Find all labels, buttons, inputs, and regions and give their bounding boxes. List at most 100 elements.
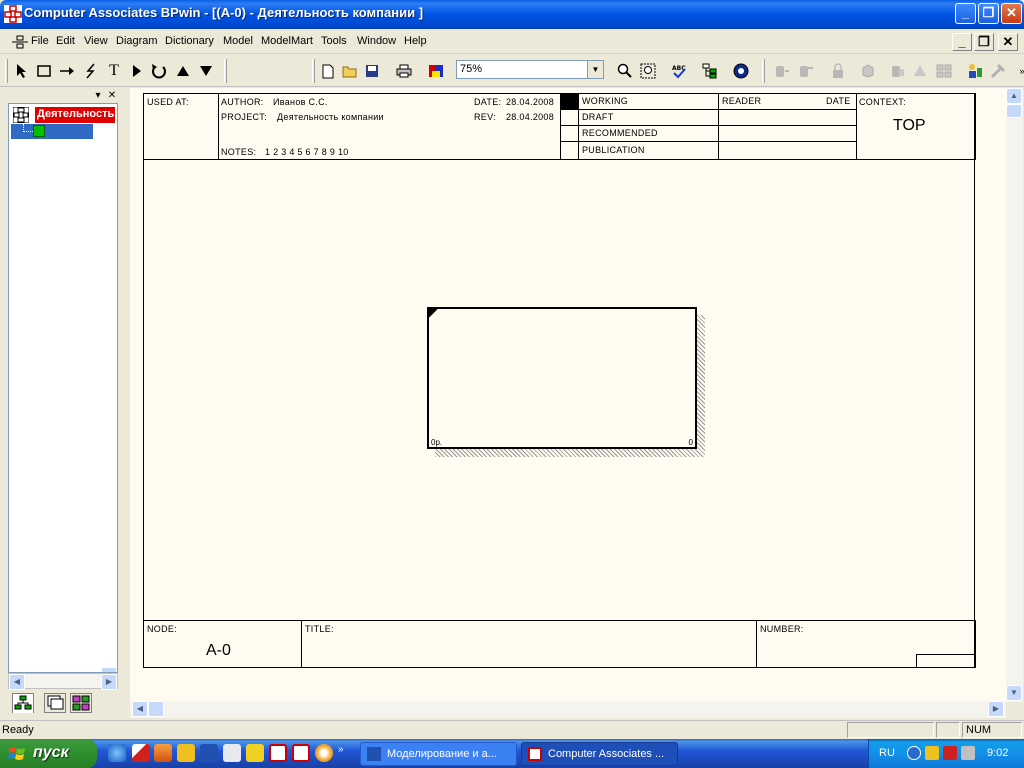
mart-report-icon[interactable] — [888, 61, 908, 81]
open-icon[interactable] — [340, 61, 360, 81]
menu-diagram[interactable]: Diagram — [116, 35, 158, 47]
node-cell: NODE: A-0 — [143, 620, 302, 668]
users-icon[interactable] — [965, 61, 985, 81]
check-out-icon[interactable] — [796, 61, 816, 81]
context-cell: CONTEXT: TOP — [856, 93, 976, 160]
document-minimize-button[interactable]: _ — [952, 33, 972, 51]
menu-model[interactable]: Model — [223, 35, 253, 47]
gmail-icon[interactable] — [132, 744, 150, 762]
document-system-menu-icon[interactable] — [12, 35, 28, 49]
bpwin-quick-icon[interactable] — [269, 744, 287, 762]
chevron-up-icon[interactable]: ▲ — [1006, 88, 1022, 104]
toolbar-grip[interactable] — [312, 59, 315, 83]
child-diagram-icon[interactable] — [196, 61, 216, 81]
menu-modelmart[interactable]: ModelMart — [261, 35, 313, 47]
date-value[interactable]: 28.04.2008 — [506, 97, 554, 107]
chevron-down-icon[interactable]: ▼ — [1006, 685, 1022, 701]
tray-app-icon[interactable] — [925, 746, 939, 760]
menu-dictionary[interactable]: Dictionary — [165, 35, 214, 47]
menu-help[interactable]: Help — [404, 35, 427, 47]
new-icon[interactable] — [318, 61, 338, 81]
text-tool-icon[interactable]: T — [104, 61, 124, 81]
save-icon[interactable] — [362, 61, 382, 81]
tree-child-item[interactable] — [11, 124, 93, 139]
security-icon[interactable] — [988, 61, 1008, 81]
language-indicator[interactable]: RU — [879, 747, 895, 759]
zoom-icon[interactable] — [615, 61, 635, 81]
tab-diagrams[interactable] — [44, 693, 66, 713]
menu-tools[interactable]: Tools — [321, 35, 347, 47]
antivirus-icon[interactable] — [943, 746, 957, 760]
menu-edit[interactable]: Edit — [56, 35, 75, 47]
check-in-icon[interactable] — [772, 61, 792, 81]
activity-tree[interactable]: Деятельность компании ▼ — [8, 103, 118, 673]
activity-box[interactable]: 0р. 0 — [427, 307, 697, 449]
network-icon[interactable] — [961, 746, 975, 760]
document-close-button[interactable]: ✕ — [998, 33, 1018, 51]
scroll-thumb[interactable] — [1006, 104, 1022, 118]
erwin-quick-icon[interactable] — [292, 744, 310, 762]
lock-icon[interactable] — [828, 61, 848, 81]
pointer-icon[interactable] — [12, 61, 32, 81]
box-tool-icon[interactable] — [34, 61, 54, 81]
diagram-horizontal-scrollbar[interactable]: ◀ ▶ — [130, 701, 1006, 718]
reader-row — [718, 125, 857, 142]
clock[interactable]: 9:02 — [987, 747, 1008, 759]
checklist-icon[interactable] — [177, 744, 195, 762]
rev-value[interactable]: 28.04.2008 — [506, 112, 554, 122]
media-player-icon[interactable] — [315, 744, 333, 762]
menu-view[interactable]: View — [84, 35, 108, 47]
chevron-left-icon[interactable] — [907, 746, 921, 760]
notes-value[interactable]: 1 2 3 4 5 6 7 8 9 10 — [265, 147, 349, 157]
tab-objects[interactable] — [70, 693, 92, 713]
tab-activities[interactable] — [12, 693, 34, 713]
mart-compare-icon[interactable] — [910, 61, 930, 81]
squiggle-tool-icon[interactable] — [81, 61, 101, 81]
menu-file[interactable]: File — [31, 35, 49, 47]
firefox-icon[interactable] — [154, 744, 172, 762]
chevron-right-icon[interactable]: ▶ — [101, 674, 117, 690]
mart-grid-icon[interactable] — [934, 61, 954, 81]
tree-vertical-scrollbar[interactable]: ▼ — [101, 119, 117, 672]
zoom-select[interactable]: 75% ▼ — [456, 60, 604, 79]
off-page-reference-icon[interactable] — [127, 61, 147, 81]
quicklaunch-overflow-icon[interactable]: » — [338, 744, 348, 762]
chevron-down-icon[interactable]: ▼ — [587, 61, 603, 78]
taskbar-button-bpwin[interactable]: Computer Associates ... — [521, 742, 678, 766]
tree-root-item[interactable]: Деятельность компании — [11, 107, 115, 123]
explorer-close-button[interactable]: ✕ — [106, 90, 118, 102]
explorer-float-button[interactable]: ▾ — [92, 90, 104, 102]
ie-icon[interactable] — [108, 744, 126, 762]
tree-horizontal-scrollbar[interactable]: ◀ ▶ — [8, 673, 118, 690]
minimize-button[interactable]: _ — [955, 3, 976, 24]
author-value[interactable]: Иванов С.С. — [273, 97, 328, 107]
toolbar-grip[interactable] — [5, 59, 8, 83]
scroll-thumb[interactable] — [148, 701, 164, 717]
chevron-left-icon[interactable]: ◀ — [9, 674, 25, 690]
document-restore-button[interactable]: ❐ — [974, 33, 994, 51]
diagram-vertical-scrollbar[interactable]: ▲ ▼ — [1006, 88, 1023, 702]
project-value[interactable]: Деятельность компании — [277, 112, 384, 122]
parent-diagram-icon[interactable] — [173, 61, 193, 81]
model-explorer-icon[interactable] — [700, 61, 720, 81]
close-button[interactable]: ✕ — [1001, 3, 1022, 24]
taskbar-button-word[interactable]: Моделирование и а... — [360, 742, 517, 766]
arrow-tool-icon[interactable] — [57, 61, 77, 81]
menu-window[interactable]: Window — [357, 35, 396, 47]
tunnel-icon[interactable] — [149, 61, 169, 81]
zoom-fit-icon[interactable] — [638, 61, 658, 81]
spellcheck-icon[interactable]: ABC — [669, 61, 689, 81]
cube-icon[interactable] — [858, 61, 878, 81]
toolbar-overflow-icon[interactable]: » — [1012, 61, 1024, 81]
modelmart-icon[interactable] — [731, 61, 751, 81]
explorer-quick-icon[interactable] — [223, 744, 241, 762]
chevron-left-icon[interactable]: ◀ — [132, 701, 148, 717]
word-icon[interactable] — [200, 744, 218, 762]
diagram-canvas[interactable]: USED AT: AUTHOR: Иванов С.С. PROJECT: Де… — [130, 88, 1006, 701]
palm-icon[interactable] — [246, 744, 264, 762]
print-icon[interactable] — [394, 61, 414, 81]
chevron-right-icon[interactable]: ▶ — [988, 701, 1004, 717]
color-icon[interactable] — [426, 61, 446, 81]
start-button[interactable]: пуск — [0, 739, 97, 768]
restore-button[interactable]: ❐ — [978, 3, 999, 24]
